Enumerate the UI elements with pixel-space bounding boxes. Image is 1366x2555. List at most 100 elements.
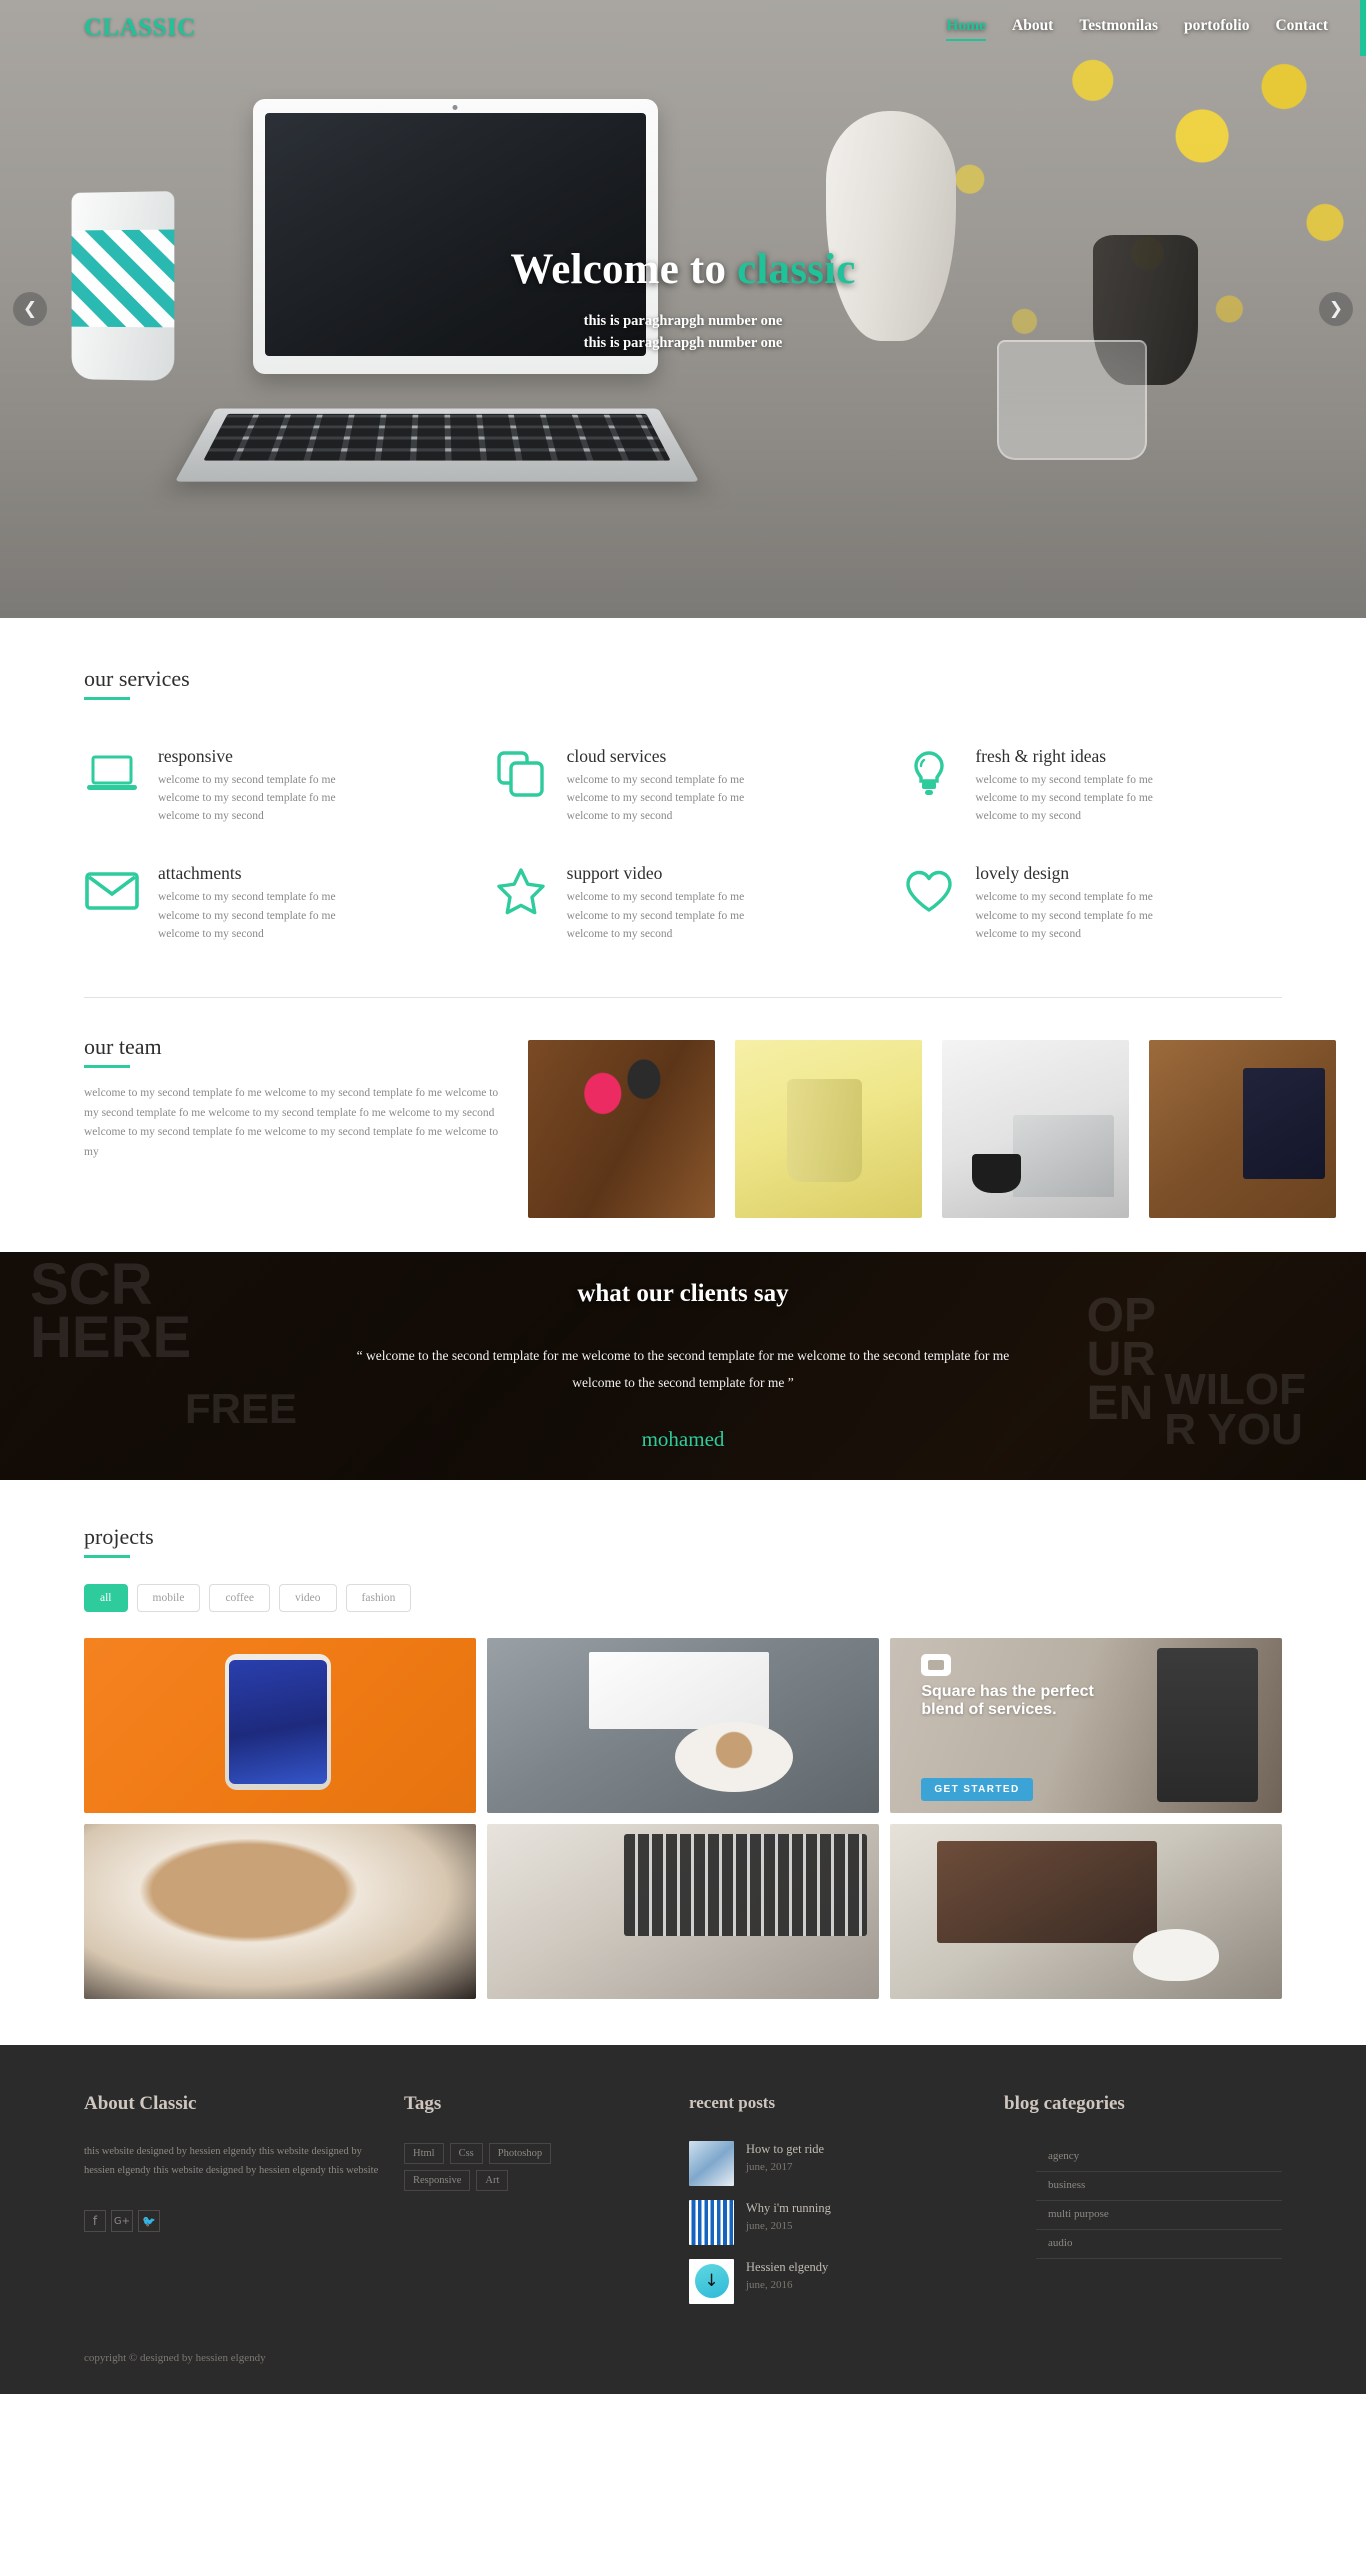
filter-button-mobile[interactable]: mobile — [136, 1583, 201, 1612]
footer-tag-list: Html Css Photoshop Responsive Art — [404, 2142, 589, 2191]
project-tile-keyboard-desk[interactable] — [487, 1823, 879, 1999]
service-card-support-video: support video welcome to my second templ… — [493, 863, 874, 942]
recent-post-item[interactable]: ↓ Hessien elgendy june, 2016 — [689, 2258, 984, 2304]
service-card-attachments: attachments welcome to my second templat… — [84, 863, 465, 942]
nav-link-contact[interactable]: Contact — [1275, 17, 1328, 39]
testimonial-quote-line-2: welcome to the second template for me ” — [572, 1375, 794, 1391]
slider-next-chevron-right-icon[interactable]: ❯ — [1319, 292, 1353, 326]
footer-recent-posts-title: recent posts — [689, 2092, 776, 2112]
services-heading: our services — [84, 666, 190, 691]
post-thumbnail — [689, 2140, 734, 2186]
footer-columns: About Classic this website designed by h… — [84, 2093, 1282, 2318]
team-photo-3[interactable] — [942, 1039, 1129, 1218]
projects-heading: projects — [84, 1523, 154, 1549]
post-title[interactable]: Why i'm running — [746, 2200, 831, 2217]
hero-keyboard — [174, 408, 699, 482]
service-desc-line-2: welcome to my second template fo me — [566, 909, 745, 922]
tag-item[interactable]: Css — [449, 2142, 483, 2164]
service-desc-line-3: welcome to my second — [158, 810, 264, 823]
filter-button-coffee[interactable]: coffee — [209, 1583, 270, 1612]
post-date: june, 2017 — [746, 2160, 793, 2173]
site-header: CLASSIC Home About Testmonilas portofoli… — [0, 0, 1366, 56]
tag-item[interactable]: Responsive — [404, 2169, 471, 2191]
service-desc-line-2: welcome to my second template fo me — [158, 792, 336, 805]
category-item-business[interactable]: business — [1036, 2172, 1282, 2201]
post-title[interactable]: How to get ride — [746, 2141, 824, 2158]
service-title: responsive — [158, 746, 233, 766]
tag-item[interactable]: Art — [476, 2169, 509, 2191]
footer-about-text: this website designed by hessien elgendy… — [84, 2145, 379, 2176]
nav-link-home[interactable]: Home — [946, 17, 986, 41]
site-logo[interactable]: CLASSIC — [84, 14, 196, 42]
service-card-cloud-services: cloud services welcome to my second temp… — [493, 746, 874, 825]
service-desc-line-1: welcome to my second template fo me — [975, 891, 1153, 904]
lightbulb-icon — [901, 746, 957, 802]
team-photo-1[interactable] — [528, 1039, 715, 1218]
services-heading-block: our services — [84, 666, 1282, 700]
hero-subtitle-line-1: this is paraghrapgh number one — [583, 313, 783, 329]
site-footer: About Classic this website designed by h… — [0, 2044, 1366, 2394]
filter-button-fashion[interactable]: fashion — [345, 1583, 412, 1612]
category-item-multi-purpose[interactable]: multi purpose — [1036, 2201, 1282, 2230]
footer-copyright: copyright © designed by hessien elgendy — [84, 2351, 266, 2364]
service-card-fresh-right-ideas: fresh & right ideas welcome to my second… — [901, 746, 1282, 825]
project-tile-cappuccino[interactable] — [84, 1823, 476, 1999]
recent-post-item[interactable]: How to get ride june, 2017 — [689, 2140, 984, 2186]
clone-icon — [493, 746, 549, 802]
laptop-icon — [84, 746, 140, 802]
post-title[interactable]: Hessien elgendy — [746, 2259, 828, 2276]
service-desc-line-1: welcome to my second template fo me — [158, 774, 336, 786]
post-date: june, 2016 — [746, 2278, 793, 2291]
service-title: support video — [566, 863, 663, 884]
facebook-icon[interactable]: f — [84, 2210, 106, 2233]
nav-link-about[interactable]: About — [1012, 17, 1053, 39]
post-date: june, 2015 — [746, 2219, 793, 2232]
service-desc-line-1: welcome to my second template fo me — [975, 774, 1153, 786]
nav-link-portofolio[interactable]: portofolio — [1184, 17, 1249, 39]
service-desc-line-2: welcome to my second template fo me — [158, 909, 336, 922]
hero-subtitle-line-2: this is paraghrapgh number one — [583, 335, 783, 352]
team-heading: our team — [84, 1033, 162, 1059]
service-description: welcome to my second template fo me welc… — [567, 888, 745, 942]
filter-button-all[interactable]: all — [84, 1583, 128, 1612]
project-tile-laptop-mug[interactable] — [890, 1823, 1282, 1999]
service-title: cloud services — [566, 746, 667, 766]
filter-button-video[interactable]: video — [278, 1583, 337, 1612]
google-plus-icon[interactable]: G+ — [111, 2210, 133, 2233]
service-card-lovely-design: lovely design welcome to my second templ… — [901, 863, 1282, 942]
post-thumbnail: ↓ — [689, 2258, 734, 2304]
testimonials-section: SCR HERE FREE OP UR EN WILOF R YOU what our … — [0, 1251, 1366, 1480]
service-desc-line-2: welcome to my second template fo me — [975, 792, 1153, 805]
twitter-icon[interactable]: 🐦 — [138, 2210, 160, 2233]
recent-post-item[interactable]: Why i'm running june, 2015 — [689, 2199, 984, 2245]
nav-link-testmonilas[interactable]: Testmonilas — [1079, 17, 1158, 39]
team-photo-4[interactable] — [1149, 1039, 1336, 1218]
square-ad-headline: Square has the perfect blend of services… — [921, 1683, 1094, 1719]
project-tile-coffee-book[interactable] — [487, 1637, 879, 1813]
team-section: our team welcome to my second template f… — [0, 998, 1366, 1252]
projects-filter-bar: all mobile coffee video fashion — [84, 1583, 1282, 1612]
tag-item[interactable]: Html — [404, 2142, 444, 2164]
services-section: our services responsive welcome to my se… — [0, 618, 1366, 985]
project-tile-phone-orange[interactable] — [84, 1637, 476, 1813]
square-ad-get-started-button[interactable]: GET STARTED — [921, 1777, 1033, 1801]
service-desc-line-3: welcome to my second — [158, 927, 264, 940]
footer-social-links: f G+ 🐦 — [84, 2210, 384, 2233]
team-description: welcome to my second template fo me welc… — [84, 1086, 499, 1159]
footer-tags-column: Tags Html Css Photoshop Responsive Art — [404, 2093, 669, 2318]
post-thumbnail — [689, 2199, 734, 2245]
tag-item[interactable]: Photoshop — [488, 2142, 552, 2164]
slider-prev-chevron-left-icon[interactable]: ❮ — [13, 292, 47, 326]
service-description: welcome to my second template fo me welc… — [158, 888, 336, 942]
service-desc-line-3: welcome to my second — [566, 810, 673, 823]
footer-tags-title: Tags — [404, 2092, 442, 2114]
project-tile-square-ad[interactable]: Square has the perfect blend of services… — [890, 1637, 1282, 1813]
main-navigation: Home About Testmonilas portofolio Contac… — [946, 17, 1328, 41]
hero-caption: Welcome to classic this is paraghrapgh n… — [0, 245, 1366, 355]
service-desc-line-3: welcome to my second — [975, 810, 1082, 823]
team-photo-2[interactable] — [735, 1039, 922, 1218]
footer-about-column: About Classic this website designed by h… — [84, 2093, 384, 2318]
category-item-agency[interactable]: agency — [1036, 2143, 1282, 2172]
footer-recent-posts-column: recent posts How to get ride june, 2017 … — [689, 2093, 984, 2318]
category-item-audio[interactable]: audio — [1036, 2230, 1282, 2259]
